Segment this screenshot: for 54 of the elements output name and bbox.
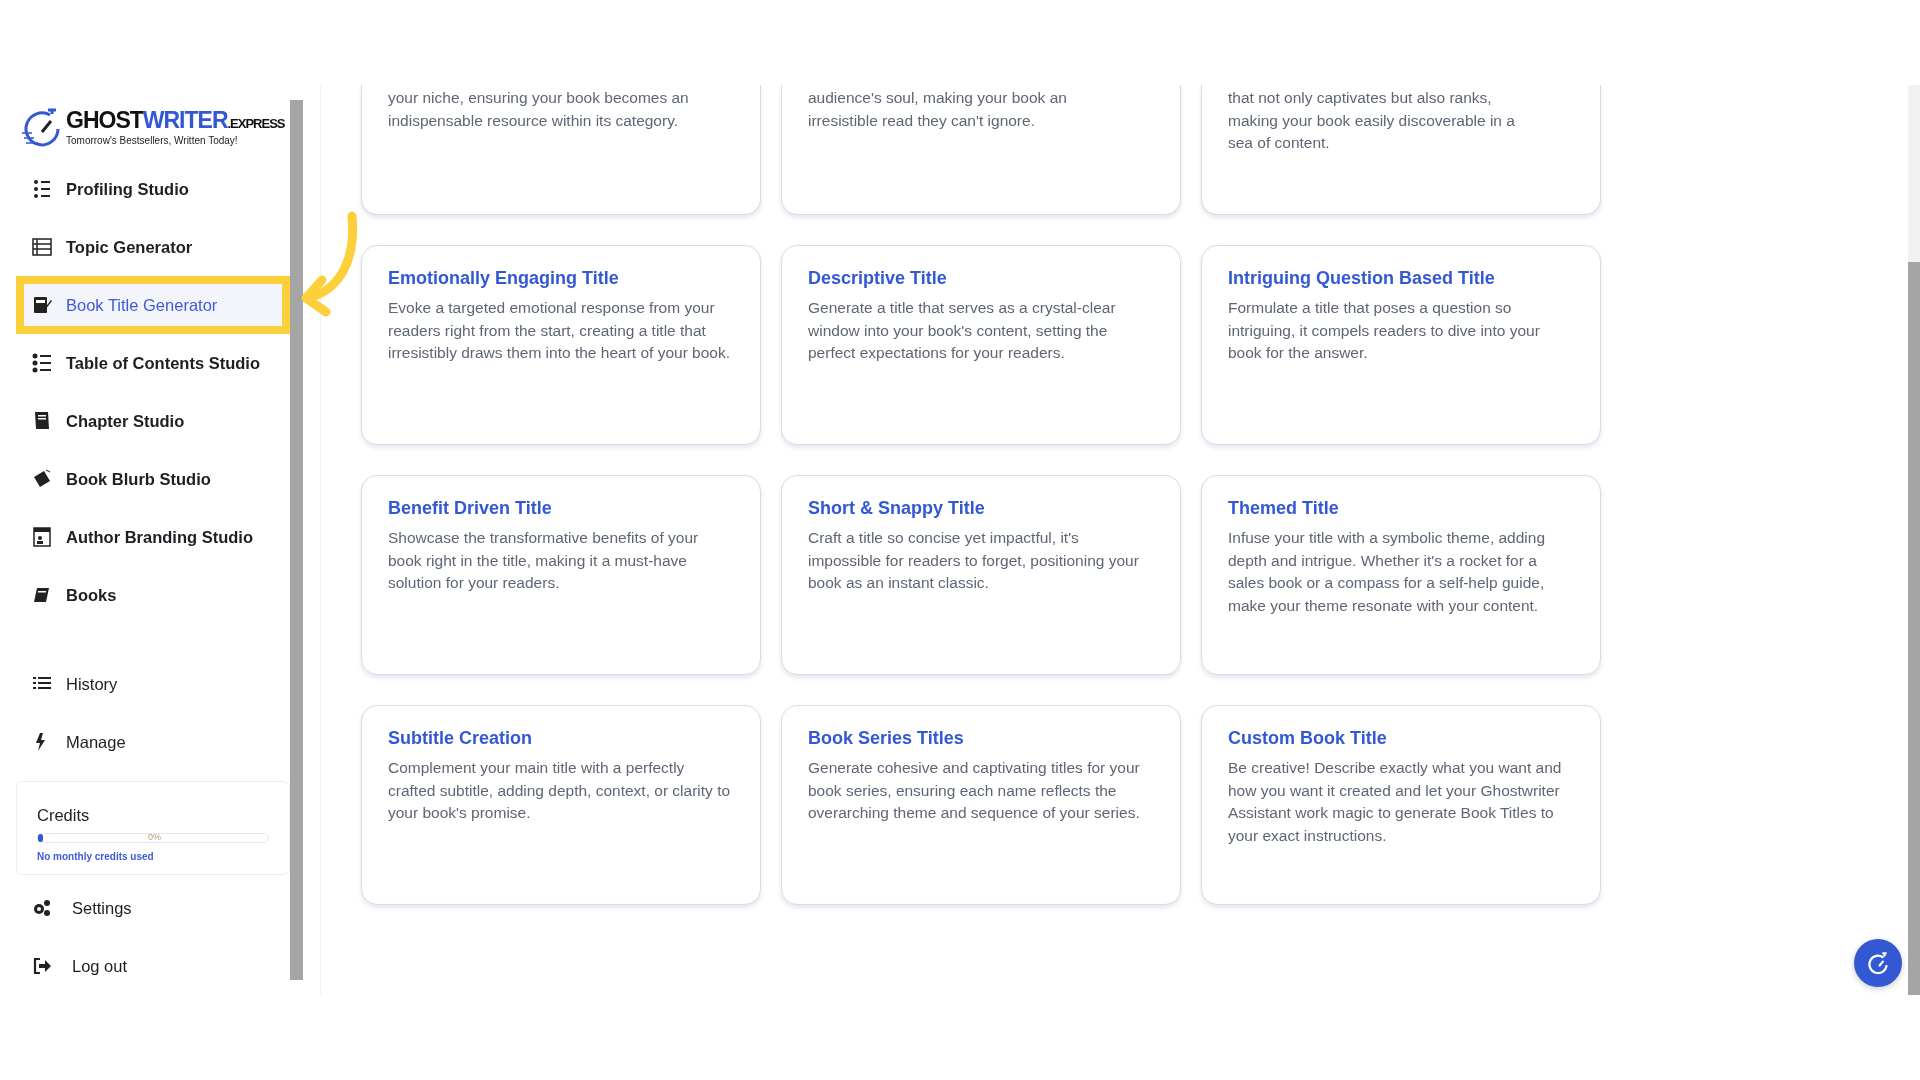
- sidebar-item[interactable]: History: [24, 655, 282, 713]
- card-description: Generate cohesive and captivating titles for your book series, ensuring each name reflects the overarching theme and sequence of your series.: [808, 758, 1141, 823]
- option-card[interactable]: your niche, ensuring your book becomes an indispensable resource within its category.: [361, 85, 761, 215]
- card-title: Descriptive Title: [808, 268, 948, 289]
- option-card[interactable]: Descriptive Title Generate a title that serves as a crystal-clear window into your book's content, setting the perfect expectations for your readers.: [781, 245, 1181, 445]
- logo: GHOSTWRITER.EXPRESS Tomorrow's Bestsellers, Written Today!: [20, 105, 285, 149]
- card-title: Custom Book Title: [1228, 728, 1388, 749]
- sidebar-item[interactable]: Books: [24, 566, 282, 624]
- sidebar-item[interactable]: Topic Generator: [24, 218, 282, 276]
- stopwatch-icon: [1865, 950, 1891, 976]
- option-card[interactable]: Short & Snappy Title Craft a title so concise yet impactful, it's impossible for readers to forget, positioning your book as an instant classic.: [781, 475, 1181, 675]
- card-title: Benefit Driven Title: [388, 498, 553, 519]
- card-description: that not only captivates but also ranks, making your book easily discoverable in a sea of content.: [1228, 88, 1516, 153]
- credits-percent: 0%: [148, 831, 161, 843]
- option-card[interactable]: Subtitle Creation Complement your main title with a perfectly crafted subtitle, adding depth, context, or clarity to your book's promise.: [361, 705, 761, 905]
- option-card[interactable]: Emotionally Engaging Title Evoke a targeted emotional response from your readers right from the start, creating a title that irresistibly draws them into the heart of your book.: [361, 245, 761, 445]
- card-description: Evoke a targeted emotional response from your readers right from the start, creating a title that irresistibly draws them into the heart of your book.: [388, 298, 731, 363]
- card-description: Craft a title so concise yet impactful, it's impossible for readers to forget, positioning your book as an instant classic.: [808, 528, 1140, 593]
- sidebar-item[interactable]: Author Branding Studio: [24, 508, 282, 566]
- card-description: audience's soul, making your book an irresistible read they can't ignore.: [808, 88, 1068, 131]
- card-title: Emotionally Engaging Title: [388, 268, 620, 289]
- card-description: Infuse your title with a symbolic theme, adding depth and intrigue. Whether it's a rocket for a sales book or a compass for a self-help guide, make your theme resonate with your content.: [1228, 528, 1547, 616]
- scrollbar[interactable]: [1908, 85, 1920, 995]
- card-description: Showcase the transformative benefits of your book right in the title, making it a must-have solution for your readers.: [388, 528, 700, 593]
- card-title: Book Series Titles: [808, 728, 965, 749]
- credits-title: Credits: [37, 806, 91, 825]
- sidebar-item[interactable]: Log out: [24, 937, 282, 995]
- card-description: Be creative! Describe exactly what you want and how you want it created and let your Ghostwriter Assistant work magic to generate Book Titles to your exact instructions.: [1228, 758, 1563, 846]
- sidebar-item[interactable]: Settings: [24, 879, 282, 937]
- card-description: Generate a title that serves as a crystal-clear window into your book's content, setting the perfect expectations for your readers.: [808, 298, 1117, 363]
- option-card[interactable]: Benefit Driven Title Showcase the transformative benefits of your book right in the title, making it a must-have solution for your readers.: [361, 475, 761, 675]
- card-description: Formulate a title that poses a question so intriguing, it compels readers to dive into your book for the answer.: [1228, 298, 1541, 363]
- credits-note: No monthly credits used: [37, 851, 155, 862]
- card-title: Themed Title: [1228, 498, 1340, 519]
- card-title: Intriguing Question Based Title: [1228, 268, 1496, 289]
- option-card[interactable]: Themed Title Infuse your title with a symbolic theme, adding depth and intrigue. Whether it's a rocket for a sales book or a compass for a self-help guide, make your theme resonate with your content.: [1201, 475, 1601, 675]
- option-card[interactable]: audience's soul, making your book an irresistible read they can't ignore.: [781, 85, 1181, 215]
- sidebar-item[interactable]: Manage: [24, 713, 282, 771]
- sidebar-item[interactable]: Profiling Studio: [24, 160, 282, 218]
- option-card[interactable]: Book Series Titles Generate cohesive and captivating titles for your book series, ensuring each name reflects the overarching theme and sequence of your series.: [781, 705, 1181, 905]
- settings-icon: [32, 898, 52, 918]
- logout-icon: [32, 956, 52, 976]
- sidebar-item[interactable]: Table of Contents Studio: [24, 334, 282, 392]
- card-title: Subtitle Creation: [388, 728, 533, 749]
- card-description: Complement your main title with a perfectly crafted subtitle, adding depth, context, or clarity to your book's promise.: [388, 758, 732, 823]
- card-title: Short & Snappy Title: [808, 498, 986, 519]
- option-card[interactable]: that not only captivates but also ranks, making your book easily discoverable in a sea of content.: [1201, 85, 1601, 215]
- sidebar-item[interactable]: Book Blurb Studio: [24, 450, 282, 508]
- option-card[interactable]: Custom Book Title Be creative! Describe exactly what you want and how you want it created and let your Ghostwriter Assistant work magic to generate Book Titles to your exact instructions.: [1201, 705, 1601, 905]
- assistant-button[interactable]: [1854, 939, 1902, 987]
- option-card[interactable]: Intriguing Question Based Title Formulate a title that poses a question so intriguing, it compels readers to dive into your book for the answer.: [1201, 245, 1601, 445]
- scrollbar[interactable]: [290, 100, 303, 980]
- sidebar-item[interactable]: Chapter Studio: [24, 392, 282, 450]
- card-description: your niche, ensuring your book becomes an indispensable resource within its category.: [388, 88, 690, 131]
